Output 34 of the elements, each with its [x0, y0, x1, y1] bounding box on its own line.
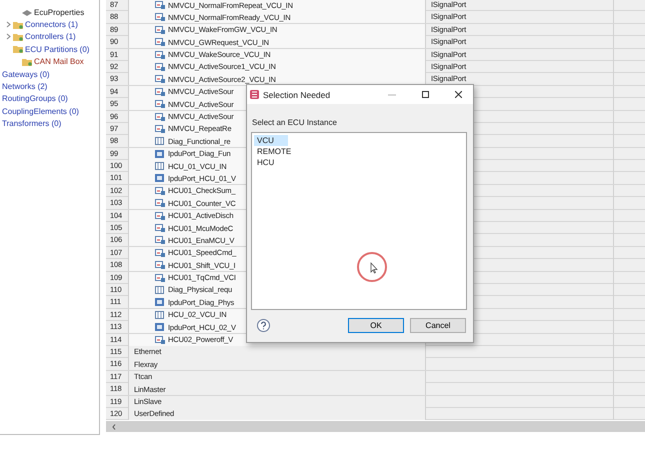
tree-item[interactable]: ECU Partitions (0): [25, 44, 90, 54]
tree-item[interactable]: Controllers (1): [25, 32, 76, 42]
tree-item[interactable]: Connectors (1): [25, 20, 78, 30]
folder-icon: [13, 20, 23, 29]
maximize-icon[interactable]: [422, 91, 429, 98]
tree-item[interactable]: Networks (2): [2, 82, 48, 92]
instance-list[interactable]: VCU REMOTE HCU: [251, 132, 467, 310]
click-indicator-icon: [356, 251, 388, 283]
help-icon[interactable]: [257, 319, 270, 332]
folder-icon: [13, 45, 23, 54]
tree-item[interactable]: EcuProperties: [34, 8, 84, 17]
port-icon: [155, 298, 165, 306]
port-icon: [155, 150, 165, 158]
dialog-title: Selection Needed: [263, 90, 332, 100]
folder-icon: [22, 58, 32, 66]
port-icon: [155, 323, 165, 332]
tree-item[interactable]: Gateways (0): [2, 70, 50, 79]
properties-icon: [22, 8, 32, 16]
scroll-left-icon[interactable]: [112, 424, 116, 430]
list-item[interactable]: HCU: [254, 157, 288, 168]
list-item[interactable]: REMOTE: [254, 146, 306, 157]
tree-item[interactable]: CouplingElements (0): [2, 106, 79, 116]
prompt-label: Select an ECU Instance: [252, 118, 338, 127]
tree-item[interactable]: Transformers (0): [2, 119, 62, 128]
dialog-button[interactable]: Cancel: [410, 318, 466, 333]
app-icon: [250, 90, 259, 99]
port-icon: [155, 174, 165, 182]
dialog-button[interactable]: OK: [348, 318, 404, 333]
horizontal-scrollbar[interactable]: [106, 421, 645, 432]
tree-item[interactable]: RoutingGroups (0): [2, 94, 68, 104]
tree-item[interactable]: CAN Mail Box: [34, 57, 84, 66]
list-item[interactable]: VCU: [254, 135, 288, 146]
folder-icon: [13, 32, 23, 41]
close-icon[interactable]: [455, 91, 462, 98]
